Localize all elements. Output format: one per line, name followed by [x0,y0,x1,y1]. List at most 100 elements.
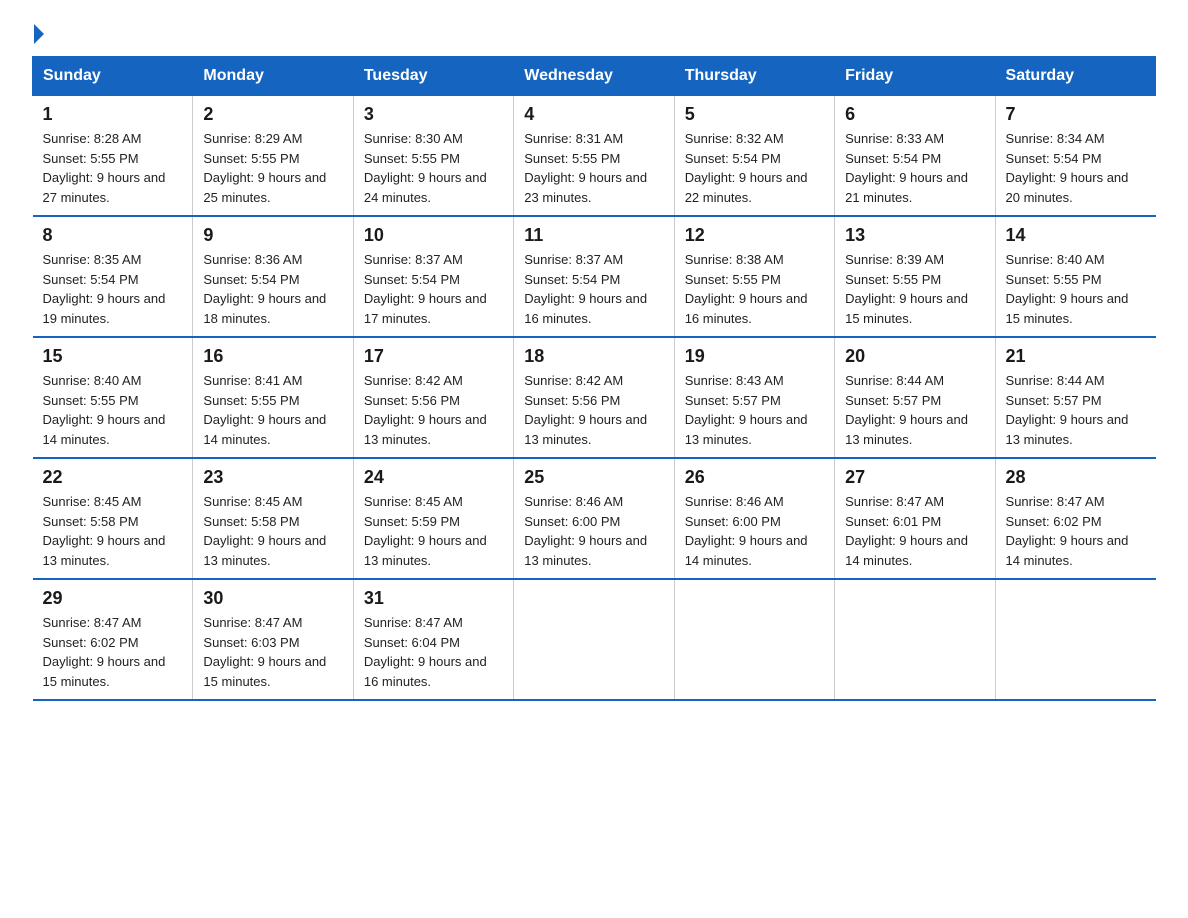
calendar-cell: 31 Sunrise: 8:47 AMSunset: 6:04 PMDaylig… [353,579,513,700]
day-number: 30 [203,588,342,609]
day-info: Sunrise: 8:34 AMSunset: 5:54 PMDaylight:… [1006,129,1146,207]
day-info: Sunrise: 8:45 AMSunset: 5:59 PMDaylight:… [364,492,503,570]
day-info: Sunrise: 8:39 AMSunset: 5:55 PMDaylight:… [845,250,984,328]
calendar-cell [995,579,1155,700]
day-number: 15 [43,346,183,367]
day-number: 20 [845,346,984,367]
weekday-header-wednesday: Wednesday [514,57,674,96]
logo-text [32,24,44,44]
day-info: Sunrise: 8:37 AMSunset: 5:54 PMDaylight:… [364,250,503,328]
day-info: Sunrise: 8:47 AMSunset: 6:04 PMDaylight:… [364,613,503,691]
weekday-header-friday: Friday [835,57,995,96]
day-number: 4 [524,104,663,125]
day-info: Sunrise: 8:44 AMSunset: 5:57 PMDaylight:… [845,371,984,449]
day-number: 19 [685,346,824,367]
day-info: Sunrise: 8:38 AMSunset: 5:55 PMDaylight:… [685,250,824,328]
calendar-cell: 12 Sunrise: 8:38 AMSunset: 5:55 PMDaylig… [674,216,834,337]
day-number: 14 [1006,225,1146,246]
day-info: Sunrise: 8:45 AMSunset: 5:58 PMDaylight:… [43,492,183,570]
day-info: Sunrise: 8:47 AMSunset: 6:03 PMDaylight:… [203,613,342,691]
weekday-header-monday: Monday [193,57,353,96]
calendar-cell: 10 Sunrise: 8:37 AMSunset: 5:54 PMDaylig… [353,216,513,337]
day-number: 5 [685,104,824,125]
logo [32,24,44,40]
day-number: 25 [524,467,663,488]
calendar-cell: 6 Sunrise: 8:33 AMSunset: 5:54 PMDayligh… [835,96,995,217]
day-number: 7 [1006,104,1146,125]
day-number: 17 [364,346,503,367]
day-number: 21 [1006,346,1146,367]
day-number: 10 [364,225,503,246]
calendar-cell: 27 Sunrise: 8:47 AMSunset: 6:01 PMDaylig… [835,458,995,579]
day-info: Sunrise: 8:47 AMSunset: 6:02 PMDaylight:… [1006,492,1146,570]
calendar-cell: 17 Sunrise: 8:42 AMSunset: 5:56 PMDaylig… [353,337,513,458]
day-info: Sunrise: 8:33 AMSunset: 5:54 PMDaylight:… [845,129,984,207]
calendar-cell: 25 Sunrise: 8:46 AMSunset: 6:00 PMDaylig… [514,458,674,579]
day-info: Sunrise: 8:45 AMSunset: 5:58 PMDaylight:… [203,492,342,570]
day-info: Sunrise: 8:44 AMSunset: 5:57 PMDaylight:… [1006,371,1146,449]
calendar-cell: 18 Sunrise: 8:42 AMSunset: 5:56 PMDaylig… [514,337,674,458]
day-number: 6 [845,104,984,125]
day-info: Sunrise: 8:41 AMSunset: 5:55 PMDaylight:… [203,371,342,449]
day-info: Sunrise: 8:36 AMSunset: 5:54 PMDaylight:… [203,250,342,328]
day-number: 23 [203,467,342,488]
calendar-cell: 7 Sunrise: 8:34 AMSunset: 5:54 PMDayligh… [995,96,1155,217]
day-number: 22 [43,467,183,488]
day-info: Sunrise: 8:28 AMSunset: 5:55 PMDaylight:… [43,129,183,207]
day-info: Sunrise: 8:42 AMSunset: 5:56 PMDaylight:… [524,371,663,449]
logo-triangle-icon [34,24,44,44]
day-info: Sunrise: 8:40 AMSunset: 5:55 PMDaylight:… [1006,250,1146,328]
calendar-cell: 2 Sunrise: 8:29 AMSunset: 5:55 PMDayligh… [193,96,353,217]
calendar-cell [835,579,995,700]
calendar-cell: 1 Sunrise: 8:28 AMSunset: 5:55 PMDayligh… [33,96,193,217]
weekday-header-tuesday: Tuesday [353,57,513,96]
day-info: Sunrise: 8:47 AMSunset: 6:02 PMDaylight:… [43,613,183,691]
day-number: 8 [43,225,183,246]
calendar-cell [674,579,834,700]
day-number: 9 [203,225,342,246]
day-number: 26 [685,467,824,488]
weekday-header-saturday: Saturday [995,57,1155,96]
day-number: 18 [524,346,663,367]
calendar-week-row: 15 Sunrise: 8:40 AMSunset: 5:55 PMDaylig… [33,337,1156,458]
calendar-cell: 24 Sunrise: 8:45 AMSunset: 5:59 PMDaylig… [353,458,513,579]
calendar-cell: 14 Sunrise: 8:40 AMSunset: 5:55 PMDaylig… [995,216,1155,337]
page-header [32,24,1156,40]
calendar-week-row: 8 Sunrise: 8:35 AMSunset: 5:54 PMDayligh… [33,216,1156,337]
day-info: Sunrise: 8:30 AMSunset: 5:55 PMDaylight:… [364,129,503,207]
day-number: 31 [364,588,503,609]
calendar-cell: 3 Sunrise: 8:30 AMSunset: 5:55 PMDayligh… [353,96,513,217]
calendar-table: SundayMondayTuesdayWednesdayThursdayFrid… [32,56,1156,701]
day-info: Sunrise: 8:32 AMSunset: 5:54 PMDaylight:… [685,129,824,207]
day-number: 12 [685,225,824,246]
calendar-cell: 16 Sunrise: 8:41 AMSunset: 5:55 PMDaylig… [193,337,353,458]
day-number: 3 [364,104,503,125]
day-number: 1 [43,104,183,125]
calendar-cell: 28 Sunrise: 8:47 AMSunset: 6:02 PMDaylig… [995,458,1155,579]
day-info: Sunrise: 8:43 AMSunset: 5:57 PMDaylight:… [685,371,824,449]
weekday-header-thursday: Thursday [674,57,834,96]
day-number: 11 [524,225,663,246]
calendar-cell: 4 Sunrise: 8:31 AMSunset: 5:55 PMDayligh… [514,96,674,217]
calendar-cell: 22 Sunrise: 8:45 AMSunset: 5:58 PMDaylig… [33,458,193,579]
calendar-cell: 8 Sunrise: 8:35 AMSunset: 5:54 PMDayligh… [33,216,193,337]
calendar-cell: 20 Sunrise: 8:44 AMSunset: 5:57 PMDaylig… [835,337,995,458]
calendar-cell: 19 Sunrise: 8:43 AMSunset: 5:57 PMDaylig… [674,337,834,458]
day-info: Sunrise: 8:37 AMSunset: 5:54 PMDaylight:… [524,250,663,328]
weekday-header-row: SundayMondayTuesdayWednesdayThursdayFrid… [33,57,1156,96]
calendar-week-row: 1 Sunrise: 8:28 AMSunset: 5:55 PMDayligh… [33,96,1156,217]
day-info: Sunrise: 8:31 AMSunset: 5:55 PMDaylight:… [524,129,663,207]
day-info: Sunrise: 8:35 AMSunset: 5:54 PMDaylight:… [43,250,183,328]
calendar-cell: 15 Sunrise: 8:40 AMSunset: 5:55 PMDaylig… [33,337,193,458]
day-number: 13 [845,225,984,246]
calendar-cell: 29 Sunrise: 8:47 AMSunset: 6:02 PMDaylig… [33,579,193,700]
calendar-cell: 9 Sunrise: 8:36 AMSunset: 5:54 PMDayligh… [193,216,353,337]
calendar-cell: 11 Sunrise: 8:37 AMSunset: 5:54 PMDaylig… [514,216,674,337]
day-number: 29 [43,588,183,609]
day-number: 24 [364,467,503,488]
day-number: 2 [203,104,342,125]
calendar-cell [514,579,674,700]
calendar-cell: 5 Sunrise: 8:32 AMSunset: 5:54 PMDayligh… [674,96,834,217]
day-number: 27 [845,467,984,488]
day-number: 28 [1006,467,1146,488]
